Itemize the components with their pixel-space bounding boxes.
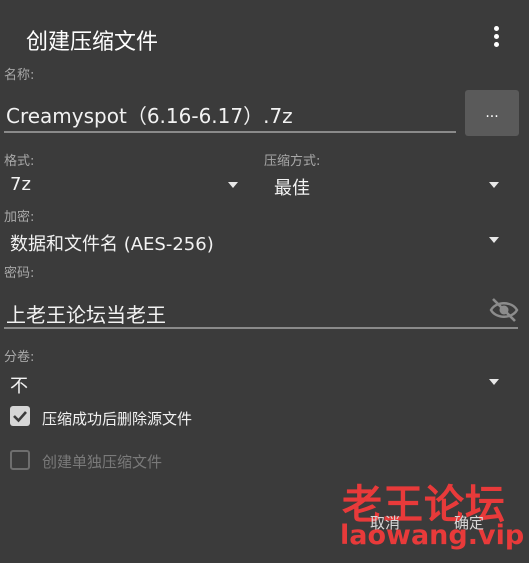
browse-button[interactable]: ... (465, 90, 519, 136)
name-label: 名称: (4, 68, 35, 83)
name-input[interactable]: Creamyspot（6.16-6.17）.7z (6, 100, 293, 129)
delete-source-label[interactable]: 压缩成功后删除源文件 (42, 408, 192, 429)
method-select[interactable]: 最佳 (274, 174, 310, 200)
delete-source-checkbox[interactable] (10, 406, 30, 426)
password-underline (4, 327, 518, 329)
method-caret-down-icon[interactable] (489, 182, 499, 188)
encrypt-select[interactable]: 数据和文件名 (AES-256) (10, 230, 214, 256)
volume-caret-down-icon[interactable] (489, 379, 499, 385)
dialog-title: 创建压缩文件 (26, 30, 159, 55)
more-vert-icon[interactable] (491, 26, 501, 50)
format-label: 格式: (4, 154, 35, 169)
format-caret-down-icon[interactable] (228, 182, 238, 188)
name-underline (4, 131, 456, 133)
check-icon (13, 411, 27, 423)
format-select[interactable]: 7z (10, 174, 31, 195)
volume-select[interactable]: 不 (10, 372, 28, 398)
separate-archives-label: 创建单独压缩文件 (42, 453, 163, 471)
separate-archives-checkbox (10, 450, 30, 470)
eye-off-icon[interactable] (489, 297, 519, 323)
password-label: 密码: (4, 266, 35, 281)
cancel-button[interactable]: 取消 (370, 512, 400, 533)
volume-label: 分卷: (4, 350, 35, 365)
method-label: 压缩方式: (264, 154, 321, 169)
password-input[interactable]: 上老王论坛当老王 (6, 299, 166, 328)
ok-button[interactable]: 确定 (454, 512, 484, 533)
watermark-url: laowang.vip (340, 520, 525, 551)
encrypt-label: 加密: (4, 210, 35, 225)
encrypt-caret-down-icon[interactable] (489, 237, 499, 243)
